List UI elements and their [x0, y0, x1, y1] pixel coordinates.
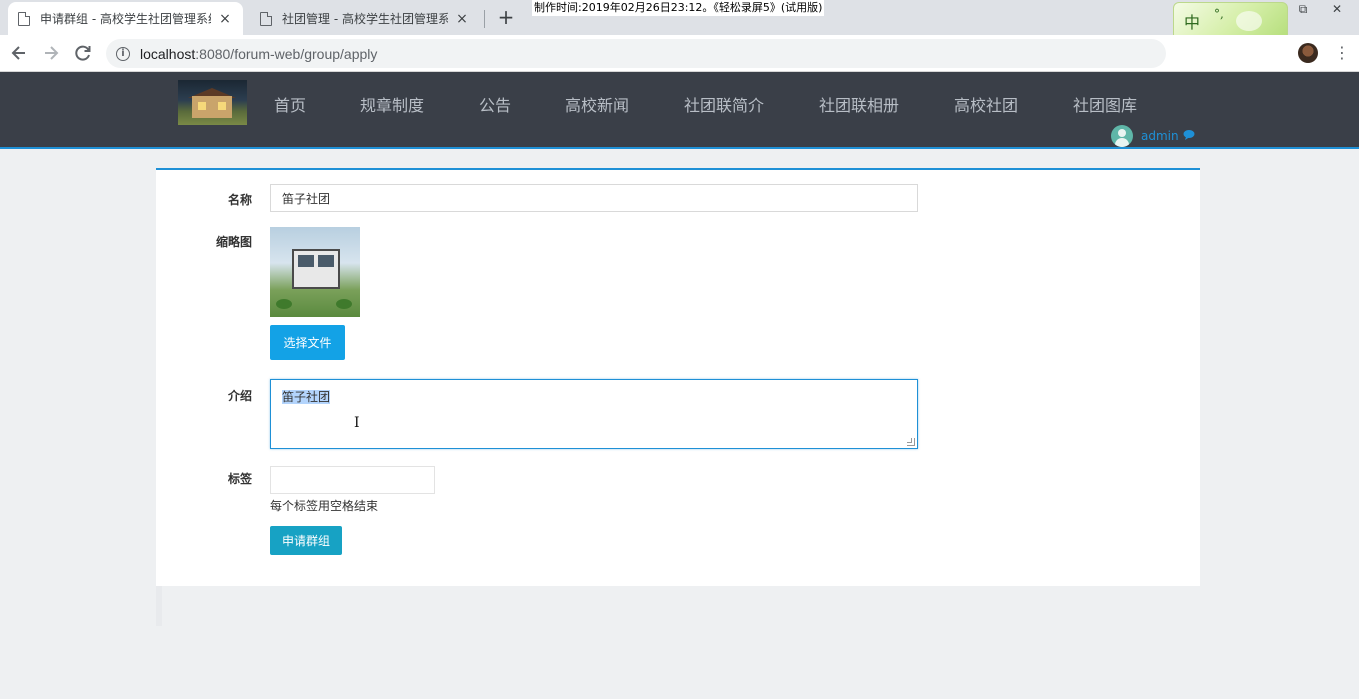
ime-chinese-mode: 中: [1184, 13, 1201, 32]
tab-title: 社团管理 - 高校学生社团管理系统: [282, 12, 448, 26]
thumbnail-bush: [336, 299, 352, 309]
info-icon[interactable]: i: [116, 46, 130, 61]
nav-item-regulations[interactable]: 规章制度: [360, 92, 424, 116]
document-icon: [18, 11, 30, 26]
nav-item-gallery[interactable]: 社团图库: [1073, 92, 1137, 116]
url-path: :8080/forum-web/group/apply: [195, 45, 378, 62]
recording-banner: 制作时间:2019年02月26日23:12。《轻松录屏5》(试用版): [532, 0, 825, 16]
name-input[interactable]: 笛子社团: [270, 184, 918, 212]
nav-item-home[interactable]: 首页: [274, 92, 306, 116]
arrow-right-icon[interactable]: [40, 42, 62, 64]
url-host: localhost: [140, 45, 196, 62]
panel-gutter: [156, 586, 162, 626]
choose-file-button[interactable]: 选择文件: [270, 325, 345, 360]
thumbnail-label: 缩略图: [215, 235, 252, 249]
user-menu[interactable]: admin: [1111, 125, 1195, 147]
ime-punct-mode: °,: [1214, 7, 1224, 21]
close-icon[interactable]: ×: [454, 11, 470, 27]
nav-item-clubs[interactable]: 高校社团: [954, 92, 1018, 116]
apply-group-button[interactable]: 申请群组: [270, 526, 342, 555]
browser-tab-club-manage[interactable]: 社团管理 - 高校学生社团管理系统 ×: [250, 2, 480, 35]
tags-hint: 每个标签用空格结束: [270, 499, 379, 513]
document-icon: [260, 11, 272, 26]
thumbnail-building: [292, 249, 340, 289]
url-text: localhost:8080/forum-web/group/apply: [140, 46, 377, 62]
tab-divider: [484, 10, 485, 28]
thumbnail-bush: [276, 299, 292, 309]
kebab-icon[interactable]: ⋮: [1334, 41, 1350, 65]
name-label: 名称: [227, 193, 252, 207]
ime-decoration: [1236, 11, 1262, 31]
restore-window-icon[interactable]: ⧉: [1288, 0, 1318, 18]
intro-textarea[interactable]: 笛子社团: [270, 379, 918, 449]
comment-icon[interactable]: [1183, 129, 1195, 143]
nav-item-notices[interactable]: 公告: [479, 92, 511, 116]
nav-item-union-album[interactable]: 社团联相册: [819, 92, 899, 116]
new-tab-button[interactable]: +: [496, 6, 516, 28]
intro-label: 介绍: [227, 389, 252, 403]
address-bar[interactable]: i localhost:8080/forum-web/group/apply: [106, 39, 1166, 68]
intro-text: 笛子社团: [282, 390, 331, 404]
tags-input[interactable]: [270, 466, 435, 494]
profile-avatar[interactable]: [1298, 43, 1318, 63]
site-header: 首页 规章制度 公告 高校新闻 社团联简介 社团联相册 高校社团 社团图库 ad…: [0, 72, 1359, 149]
user-name: admin: [1141, 129, 1179, 143]
reload-icon[interactable]: [72, 42, 94, 64]
browser-tab-strip: 申请群组 - 高校学生社团管理系统 × 社团管理 - 高校学生社团管理系统 × …: [0, 0, 1359, 66]
browser-tab-apply-group[interactable]: 申请群组 - 高校学生社团管理系统 ×: [8, 2, 243, 35]
close-window-icon[interactable]: ✕: [1322, 0, 1352, 18]
thumbnail-image: [270, 227, 360, 317]
nav-item-news[interactable]: 高校新闻: [565, 92, 629, 116]
logo-window: [218, 102, 226, 110]
text-cursor-icon: I: [354, 415, 360, 431]
browser-toolbar: i localhost:8080/forum-web/group/apply ⋮: [0, 35, 1359, 72]
site-logo[interactable]: [178, 80, 247, 125]
close-icon[interactable]: ×: [217, 11, 233, 27]
resize-handle-icon[interactable]: [907, 438, 915, 446]
nav-item-union-intro[interactable]: 社团联简介: [684, 92, 764, 116]
logo-window: [198, 102, 206, 110]
user-avatar-icon: [1111, 125, 1133, 147]
apply-group-form: 名称 笛子社团 缩略图 选择文件 介绍 笛子社团 I 标签 每个标签用空格结束 …: [156, 168, 1200, 586]
tags-label: 标签: [227, 472, 252, 486]
tab-title: 申请群组 - 高校学生社团管理系统: [40, 12, 211, 26]
arrow-left-icon[interactable]: [8, 42, 30, 64]
